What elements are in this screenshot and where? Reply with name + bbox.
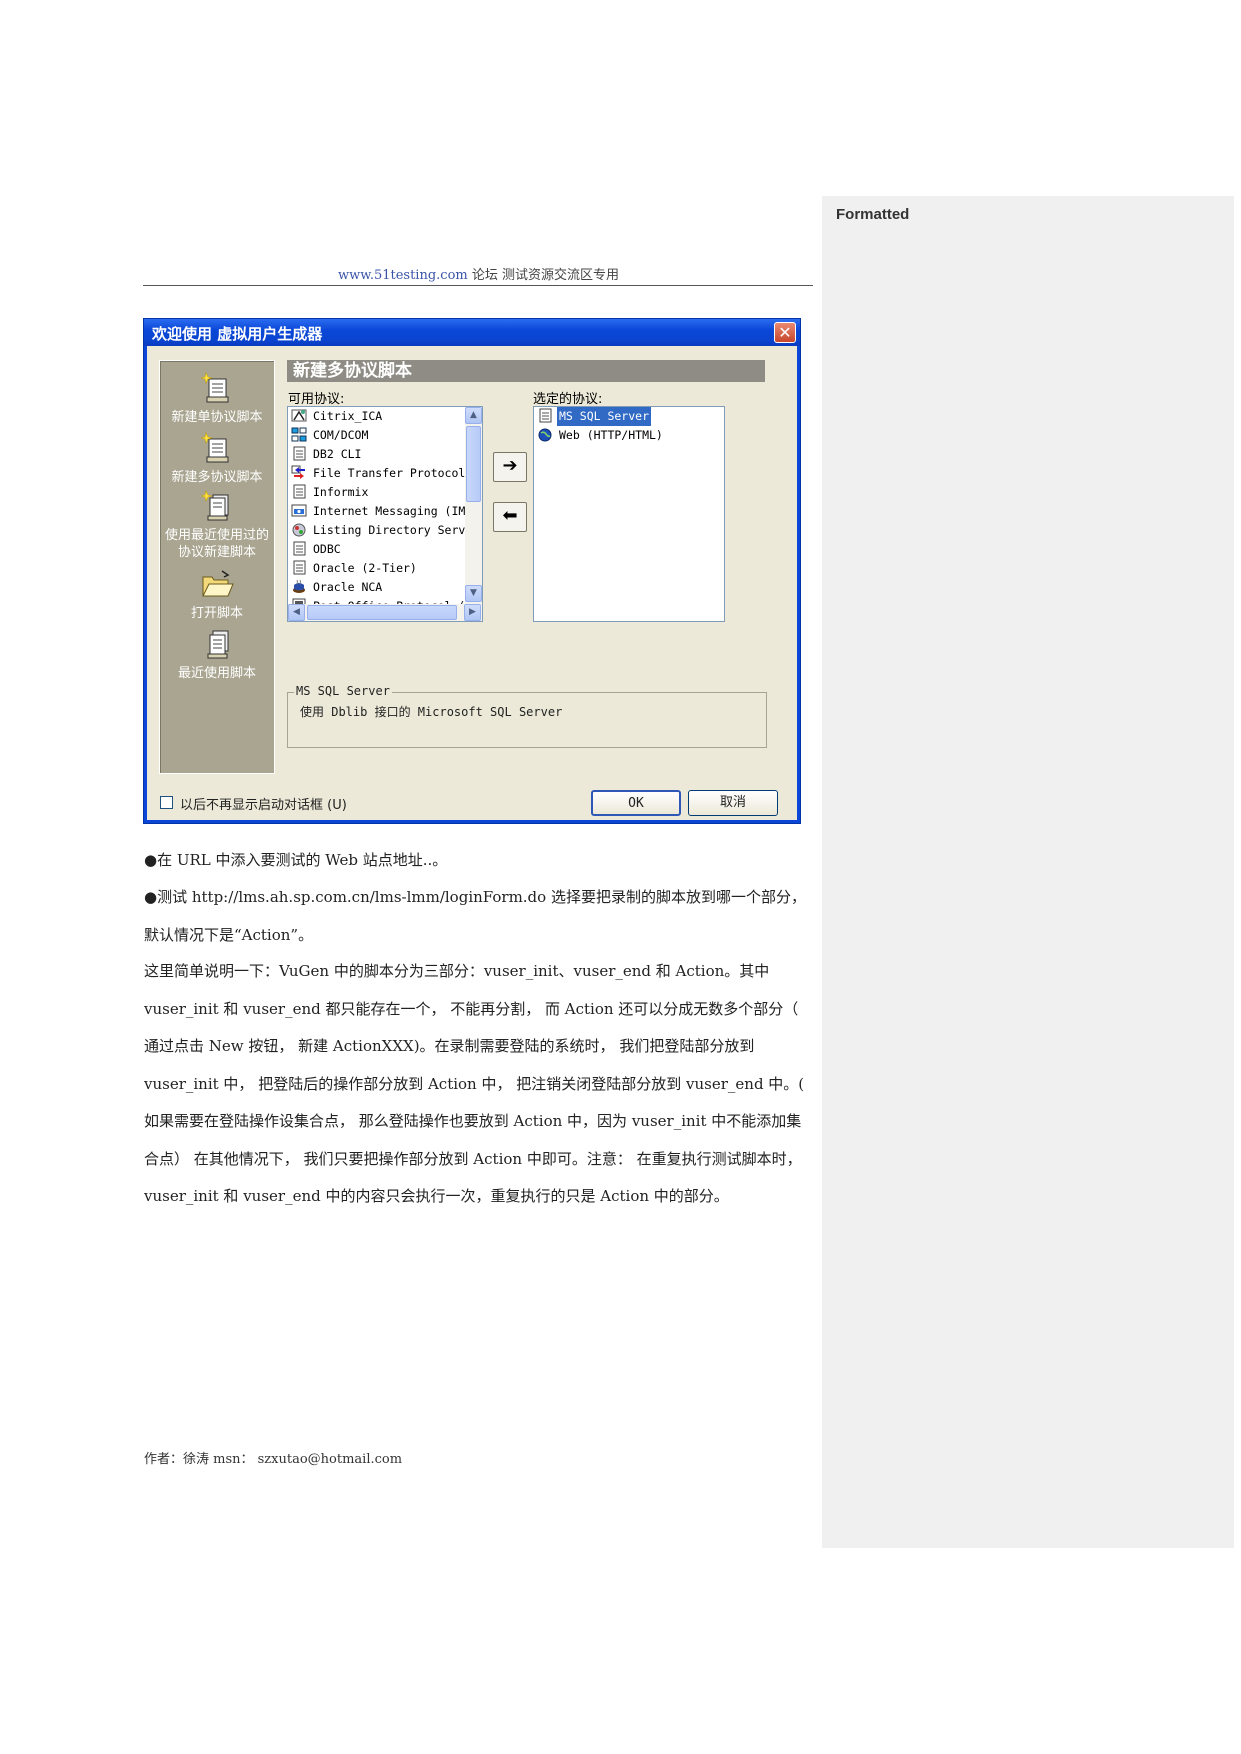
list-item[interactable]: Citrix_ICA: [291, 407, 384, 426]
header-site-link[interactable]: www.51testing.com: [338, 268, 468, 283]
scroll-left-button[interactable]: ◀: [288, 604, 305, 621]
scroll-multi-icon: [200, 432, 229, 463]
section-title: 新建多协议脚本: [287, 360, 765, 382]
list-item[interactable]: Oracle (2-Tier): [291, 559, 419, 578]
list-item[interactable]: COM/DCOM: [291, 426, 370, 445]
list-item[interactable]: File Transfer Protocol.: [291, 464, 474, 483]
list-item[interactable]: Listing Directory Serv.: [291, 521, 474, 540]
sidebar-item-new-multi[interactable]: 新建多协议脚本: [160, 431, 274, 486]
ok-button[interactable]: OK: [591, 790, 681, 816]
document-icon: [293, 446, 306, 461]
available-protocols-list[interactable]: Citrix_ICA COM/DCOM DB2 CLI File Transfe…: [287, 406, 483, 622]
oracle-nca-icon: [293, 579, 305, 593]
ldap-icon: [292, 523, 306, 537]
sidebar-label: 新建多协议脚本: [171, 470, 263, 485]
sidebar-item-new-single[interactable]: 新建单协议脚本: [160, 371, 274, 426]
sidebar: 新建单协议脚本 新建多协议脚本 使用最近使用过的协议新建脚本 打开脚本 最近使用…: [159, 360, 275, 774]
document-icon: [293, 560, 306, 575]
dont-show-label[interactable]: 以后不再显示启动对话框 (U): [180, 794, 347, 813]
page-header: www.51testing.com 论坛 测试资源交流区专用: [144, 264, 813, 283]
ftp-icon: [291, 465, 305, 479]
add-protocol-button[interactable]: ➔: [493, 452, 527, 482]
paragraph-test-url: ●测试 http://lms.ah.sp.com.cn/lms-lmm/logi…: [144, 888, 806, 944]
available-label: 可用协议:: [288, 392, 345, 407]
sidebar-label: 打开脚本: [190, 606, 243, 621]
sidebar-label: 最近使用脚本: [177, 666, 256, 681]
dialog-titlebar[interactable]: 欢迎使用 虚拟用户生成器 ✕: [144, 319, 800, 346]
selected-label: 选定的协议:: [533, 392, 603, 407]
paragraph-url: ●在 URL 中添入要测试的 Web 站点地址..。: [144, 851, 448, 869]
hscroll-thumb[interactable]: [307, 605, 457, 620]
document-icon: [293, 484, 306, 499]
protocol-description-group: MS SQL Server 使用 Dblib 接口的 Microsoft SQL…: [287, 684, 767, 748]
paragraph-explanation: 这里简单说明一下：VuGen 中的脚本分为三部分：vuser_init、vuse…: [144, 962, 805, 1205]
sidebar-item-open-script[interactable]: 打开脚本: [160, 567, 274, 622]
vugen-welcome-dialog: 欢迎使用 虚拟用户生成器 ✕ 新建单协议脚本 新建多协议脚本 使用最近使用过的协…: [143, 318, 801, 824]
list-item[interactable]: Internet Messaging (IMA: [291, 502, 474, 521]
document-icon: [293, 541, 306, 556]
scroll-down-button[interactable]: ▼: [465, 585, 482, 602]
messaging-icon: [291, 504, 307, 517]
list-item[interactable]: Informix: [291, 483, 370, 502]
sidebar-label: 使用最近使用过的协议新建脚本: [164, 528, 269, 560]
sidebar-label: 新建单协议脚本: [171, 410, 263, 425]
com-dcom-icon: [291, 427, 307, 442]
comment-label: Formatted: [836, 206, 910, 223]
scroll-thumb[interactable]: [466, 426, 481, 502]
dialog-client: 新建单协议脚本 新建多协议脚本 使用最近使用过的协议新建脚本 打开脚本 最近使用…: [147, 346, 797, 820]
header-text: 论坛 测试资源交流区专用: [467, 268, 619, 283]
document-icon: [539, 408, 552, 423]
scroll-new-icon: [200, 372, 229, 403]
scroll-stack-icon: [200, 490, 229, 521]
list-item[interactable]: DB2 CLI: [291, 445, 363, 464]
list-item[interactable]: MS SQL Server: [537, 407, 652, 426]
remove-protocol-button[interactable]: ⬅: [493, 502, 527, 532]
vertical-scrollbar[interactable]: ▲ ▼: [465, 407, 482, 621]
group-description: 使用 Dblib 接口的 Microsoft SQL Server: [300, 705, 563, 719]
folder-open-icon: [202, 570, 234, 597]
dialog-title: 欢迎使用 虚拟用户生成器: [152, 325, 323, 343]
list-item[interactable]: Web (HTTP/HTML): [537, 426, 665, 445]
dont-show-checkbox[interactable]: [160, 796, 173, 809]
scroll-right-button[interactable]: ▶: [464, 604, 481, 621]
author-footer: 作者：徐涛 msn： szxutao@hotmail.com: [144, 1452, 403, 1467]
list-item[interactable]: Oracle NCA: [291, 578, 384, 597]
selected-protocols-list[interactable]: MS SQL Server Web (HTTP/HTML): [533, 406, 725, 622]
citrix-icon: [291, 409, 307, 422]
globe-icon: [538, 428, 552, 442]
recent-scripts-icon: [207, 630, 229, 659]
close-button[interactable]: ✕: [774, 322, 796, 343]
group-title: MS SQL Server: [294, 684, 392, 698]
list-item[interactable]: ODBC: [291, 540, 343, 559]
cancel-button[interactable]: 取消: [688, 790, 778, 816]
scroll-up-button[interactable]: ▲: [465, 407, 482, 424]
horizontal-scrollbar[interactable]: ◀ ▶: [288, 604, 482, 621]
comment-pane: [822, 196, 1234, 1548]
sidebar-item-recent-protocols[interactable]: 使用最近使用过的协议新建脚本: [160, 489, 274, 561]
sidebar-item-recent-scripts[interactable]: 最近使用脚本: [160, 627, 274, 682]
header-rule: [143, 285, 813, 286]
